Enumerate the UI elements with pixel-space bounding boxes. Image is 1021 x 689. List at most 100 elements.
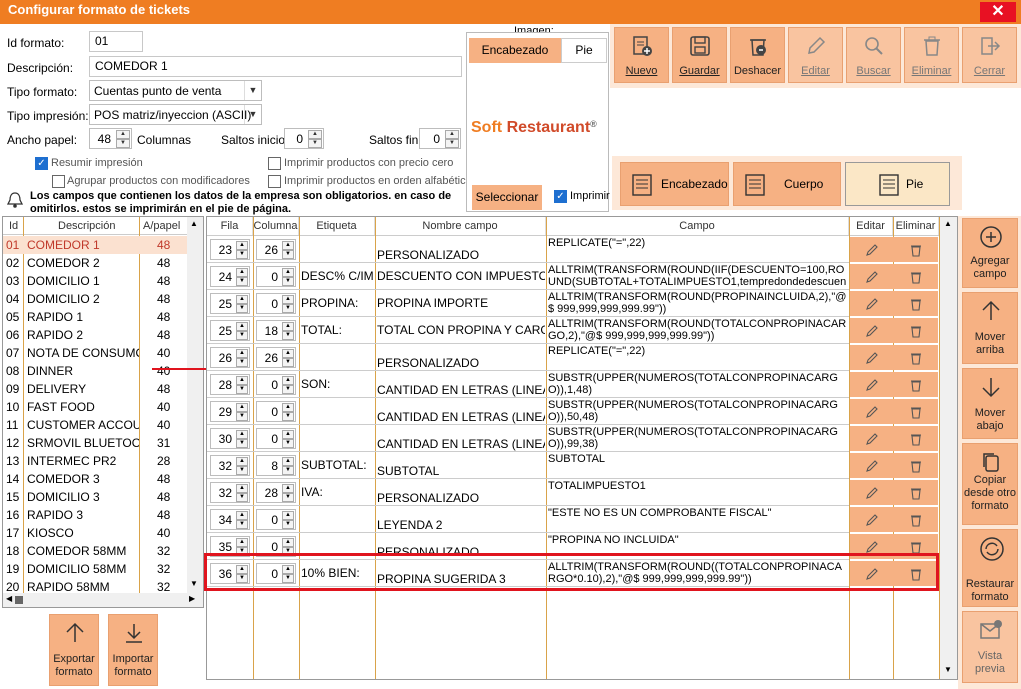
select-image-button[interactable]: Seleccionar (472, 185, 542, 210)
tab-pie[interactable]: Pie (845, 162, 950, 206)
columna-stepper[interactable]: 0 ▲ ▼ (256, 428, 296, 449)
table-row[interactable]: 28▲▼0▲▼SON:CANTIDAD EN LETRAS (LINEA 1)S… (207, 371, 939, 398)
columna-stepper[interactable]: 26 ▲ ▼ (256, 239, 296, 260)
columna-stepper[interactable]: 0 ▲ ▼ (256, 266, 296, 287)
up-arrow-icon[interactable]: ▲ (236, 484, 248, 493)
close-button[interactable]: ✕ (980, 2, 1016, 22)
up-arrow-icon[interactable]: ▲ (236, 511, 248, 520)
down-arrow-icon[interactable]: ▼ (282, 331, 294, 340)
up-arrow-icon[interactable]: ▲ (236, 349, 248, 358)
edit-row-button[interactable] (850, 426, 894, 451)
edit-row-button[interactable] (850, 318, 894, 343)
tipo-impresion-select[interactable]: POS matriz/inyeccion (ASCII) ▼ (89, 104, 262, 125)
list-item[interactable]: 05 RAPIDO 1 48 (3, 308, 187, 326)
down-arrow-icon[interactable]: ▼ (282, 358, 294, 367)
up-arrow-icon[interactable]: ▲ (236, 538, 248, 547)
down-arrow-icon[interactable]: ▼ (282, 520, 294, 529)
up-arrow-icon[interactable]: ▲ (116, 130, 130, 139)
nuevo-button[interactable]: Nuevo (614, 27, 669, 83)
table-row[interactable]: 26 ▲ ▼ 26 ▲ ▼ PERSONALIZADO REPLICATE("=",22) (207, 344, 939, 371)
down-arrow-icon[interactable]: ▼ (282, 277, 294, 286)
eliminar-button[interactable]: Eliminar (904, 27, 959, 83)
table-row[interactable]: 29▲▼0▲▼CANTIDAD EN LETRAS (LINEA 2)SUBST… (207, 398, 939, 425)
edit-row-button[interactable] (850, 453, 894, 478)
list-item[interactable]: 11 CUSTOMER ACCOUNT 40 (3, 416, 187, 434)
list-item[interactable]: 10 FAST FOOD 40 (3, 398, 187, 416)
down-arrow-icon[interactable]: ▼ (236, 466, 248, 475)
guardar-button[interactable]: Guardar (672, 27, 727, 83)
tab-encabezado[interactable]: Encabezado (620, 162, 729, 206)
editar-button[interactable]: Editar (788, 27, 843, 83)
list-item[interactable]: 15 DOMICILIO 3 48 (3, 488, 187, 506)
agregar-campo-button[interactable]: Agregar campo (962, 218, 1018, 288)
fila-stepper[interactable]: 32 ▲ ▼ (210, 455, 250, 476)
fila-stepper[interactable]: 30 ▲ ▼ (210, 428, 250, 449)
up-arrow-icon[interactable]: ▲ (282, 538, 294, 547)
up-arrow-icon[interactable]: ▲ (308, 130, 322, 139)
saltos-inicio-stepper[interactable]: 0 ▲ ▼ (284, 128, 324, 149)
saltos-fin-stepper[interactable]: 0 ▲ ▼ (419, 128, 461, 149)
table-row[interactable]: 34 ▲ ▼ 0 ▲ ▼ LEYENDA 2 "ESTE NO ES UN COMPROBAN… (207, 506, 939, 533)
table-row[interactable]: 30▲▼0▲▼CANTIDAD EN LETRAS (LINEA 3)SUBST… (207, 425, 939, 452)
up-arrow-icon[interactable]: ▲ (282, 430, 294, 439)
up-arrow-icon[interactable]: ▲ (236, 376, 248, 385)
up-arrow-icon[interactable]: ▲ (282, 241, 294, 250)
down-arrow-icon[interactable]: ▼ (236, 358, 248, 367)
tab-encabezado-image[interactable]: Encabezado (469, 38, 561, 63)
fila-stepper[interactable]: 26 ▲ ▼ (210, 347, 250, 368)
mover-abajo-button[interactable]: Mover abajo (962, 368, 1018, 439)
importar-formato-button[interactable]: Importar formato (108, 614, 158, 686)
up-arrow-icon[interactable]: ▲ (236, 268, 248, 277)
list-item[interactable]: 04 DOMICILIO 2 48 (3, 290, 187, 308)
fila-stepper[interactable]: 28 ▲ ▼ (210, 374, 250, 395)
list-item[interactable]: 14 COMEDOR 3 48 (3, 470, 187, 488)
down-arrow-icon[interactable]: ▼ (236, 250, 248, 259)
delete-row-button[interactable] (894, 237, 938, 262)
list-item[interactable]: 09 DELIVERY 48 (3, 380, 187, 398)
list-item[interactable]: 07 NOTA DE CONSUMO 40 (3, 344, 187, 362)
cerrar-button[interactable]: Cerrar (962, 27, 1017, 83)
up-arrow-icon[interactable]: ▲ (236, 322, 248, 331)
fila-stepper[interactable]: 23 ▲ ▼ (210, 239, 250, 260)
fila-stepper[interactable]: 25 ▲ ▼ (210, 293, 250, 314)
down-arrow-icon[interactable]: ▼ (308, 139, 322, 148)
agrupar-checkbox[interactable] (52, 175, 65, 188)
description-field[interactable]: COMEDOR 1 (89, 56, 462, 77)
down-arrow-icon[interactable]: ▼ (236, 412, 248, 421)
delete-row-button[interactable] (894, 426, 938, 451)
up-arrow-icon[interactable]: ▲ (445, 130, 459, 139)
columna-stepper[interactable]: 28 ▲ ▼ (256, 482, 296, 503)
deshacer-button[interactable]: Deshacer (730, 27, 785, 83)
fila-stepper[interactable]: 34 ▲ ▼ (210, 509, 250, 530)
list-item[interactable]: 16 RAPIDO 3 48 (3, 506, 187, 524)
columna-stepper[interactable]: 18 ▲ ▼ (256, 320, 296, 341)
list-item[interactable]: 18 COMEDOR 58MM 32 (3, 542, 187, 560)
columna-stepper[interactable]: 0 ▲ ▼ (256, 374, 296, 395)
table-row[interactable]: 25 ▲ ▼ 0 ▲ ▼ PROPINA: PROPINA IMPORTE ALLTRIM(TR… (207, 290, 939, 317)
scroll-left-icon[interactable]: ◀ (6, 594, 12, 603)
delete-row-button[interactable] (894, 453, 938, 478)
scroll-up-icon[interactable]: ▲ (944, 219, 952, 228)
buscar-button[interactable]: Buscar (846, 27, 901, 83)
up-arrow-icon[interactable]: ▲ (236, 241, 248, 250)
up-arrow-icon[interactable]: ▲ (282, 376, 294, 385)
edit-row-button[interactable] (850, 507, 894, 532)
id-field[interactable]: 01 (89, 31, 143, 52)
down-arrow-icon[interactable]: ▼ (236, 304, 248, 313)
columna-stepper[interactable]: 0 ▲ ▼ (256, 293, 296, 314)
delete-row-button[interactable] (894, 318, 938, 343)
up-arrow-icon[interactable]: ▲ (282, 403, 294, 412)
up-arrow-icon[interactable]: ▲ (236, 295, 248, 304)
down-arrow-icon[interactable]: ▼ (445, 139, 459, 148)
up-arrow-icon[interactable]: ▲ (282, 322, 294, 331)
up-arrow-icon[interactable]: ▲ (282, 511, 294, 520)
resumir-checkbox[interactable]: ✓ (35, 157, 48, 170)
edit-row-button[interactable] (850, 480, 894, 505)
delete-row-button[interactable] (894, 291, 938, 316)
edit-row-button[interactable] (850, 264, 894, 289)
up-arrow-icon[interactable]: ▲ (282, 457, 294, 466)
table-row[interactable]: 32 ▲ ▼ 28 ▲ ▼ IVA: PERSONALIZADO TOTALIMPUESTO1 (207, 479, 939, 506)
down-arrow-icon[interactable]: ▼ (236, 439, 248, 448)
delete-row-button[interactable] (894, 507, 938, 532)
down-arrow-icon[interactable]: ▼ (282, 493, 294, 502)
